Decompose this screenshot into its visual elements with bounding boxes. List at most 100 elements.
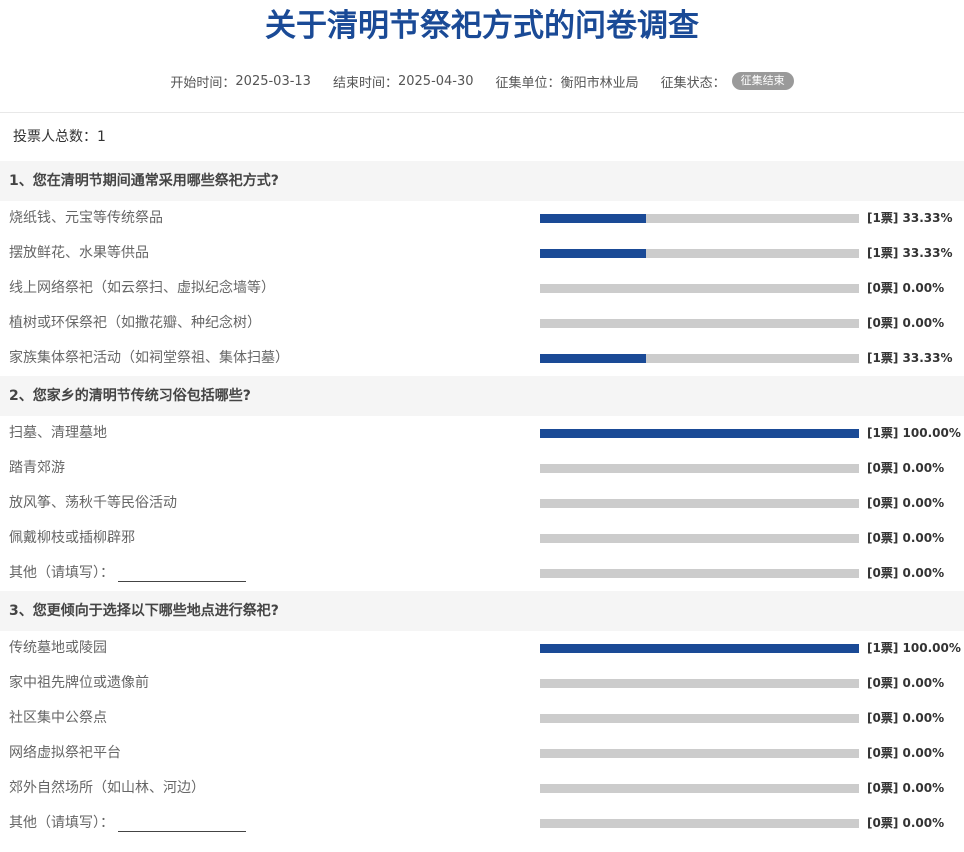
option-text: 踏青郊游: [9, 460, 65, 476]
option-row: 其他（请填写）： [0票] 0.00%: [0, 556, 964, 591]
option-text: 家族集体祭祀活动（如祠堂祭祖、集体扫墓）: [9, 350, 289, 366]
progress-bar: [540, 319, 859, 328]
option-label: 线上网络祭祀（如云祭扫、虚拟纪念墙等）: [9, 271, 275, 306]
option-text: 传统墓地或陵园: [9, 640, 107, 656]
vote-percent: 0.00%: [902, 711, 945, 725]
progress-fill: [540, 354, 647, 363]
progress-bar: [540, 679, 859, 688]
organizer: 征集单位： 衡阳市林业局: [496, 72, 639, 91]
organizer-value: 衡阳市林业局: [560, 75, 639, 91]
vote-count: [0票]: [867, 746, 899, 760]
vote-percent: 0.00%: [902, 531, 945, 545]
end-time: 结束时间： 2025-04-30: [333, 72, 474, 91]
vote-stat: [1票] 100.00%: [867, 631, 961, 666]
progress-bar: [540, 464, 859, 473]
vote-count: [0票]: [867, 816, 899, 830]
vote-percent: 33.33%: [902, 211, 953, 225]
vote-count: [0票]: [867, 676, 899, 690]
option-text: 郊外自然场所（如山林、河边）: [9, 780, 205, 796]
survey-meta: 开始时间： 2025-03-13 结束时间： 2025-04-30 征集单位： …: [0, 52, 964, 110]
vote-stat: [1票] 100.00%: [867, 416, 961, 451]
option-label: 其他（请填写）：: [9, 556, 246, 591]
option-row: 家族集体祭祀活动（如祠堂祭祖、集体扫墓） [1票] 33.33%: [0, 341, 964, 376]
vote-percent: 0.00%: [902, 496, 945, 510]
vote-stat: [0票] 0.00%: [867, 666, 944, 701]
option-text: 家中祖先牌位或遗像前: [9, 675, 149, 691]
vote-stat: [1票] 33.33%: [867, 341, 953, 376]
option-text: 放风筝、荡秋千等民俗活动: [9, 495, 177, 511]
option-label: 郊外自然场所（如山林、河边）: [9, 771, 205, 806]
vote-stat: [0票] 0.00%: [867, 806, 944, 841]
vote-stat: [0票] 0.00%: [867, 771, 944, 806]
option-label: 放风筝、荡秋千等民俗活动: [9, 486, 177, 521]
progress-bar: [540, 284, 859, 293]
option-label: 植树或环保祭祀（如撒花瓣、种纪念树）: [9, 306, 261, 341]
start-time-label: 开始时间：: [170, 75, 236, 91]
option-text: 摆放鲜花、水果等供品: [9, 245, 149, 261]
option-label: 扫墓、清理墓地: [9, 416, 107, 451]
vote-percent: 100.00%: [902, 641, 961, 655]
progress-bar: [540, 819, 859, 828]
option-row: 线上网络祭祀（如云祭扫、虚拟纪念墙等） [0票] 0.00%: [0, 271, 964, 306]
question-title: 1、您在清明节期间通常采用哪些祭祀方式?: [0, 161, 964, 201]
vote-percent: 33.33%: [902, 351, 953, 365]
progress-fill: [540, 644, 859, 653]
fill-in-blank: [118, 815, 246, 832]
vote-stat: [0票] 0.00%: [867, 556, 944, 591]
option-row: 烧纸钱、元宝等传统祭品 [1票] 33.33%: [0, 201, 964, 236]
option-label: 其他（请填写）：: [9, 806, 246, 841]
option-row: 踏青郊游 [0票] 0.00%: [0, 451, 964, 486]
vote-count: [1票]: [867, 641, 899, 655]
option-row: 放风筝、荡秋千等民俗活动 [0票] 0.00%: [0, 486, 964, 521]
organizer-label: 征集单位：: [495, 75, 561, 91]
option-row: 摆放鲜花、水果等供品 [1票] 33.33%: [0, 236, 964, 271]
vote-count: [0票]: [867, 566, 899, 580]
option-row: 社区集中公祭点 [0票] 0.00%: [0, 701, 964, 736]
vote-stat: [0票] 0.00%: [867, 521, 944, 556]
vote-count: [1票]: [867, 351, 899, 365]
option-text: 植树或环保祭祀（如撒花瓣、种纪念树）: [9, 315, 261, 331]
vote-stat: [0票] 0.00%: [867, 701, 944, 736]
vote-stat: [1票] 33.33%: [867, 201, 953, 236]
survey-status: 征集状态： 征集结束: [661, 72, 794, 91]
vote-percent: 100.00%: [902, 426, 961, 440]
option-row: 扫墓、清理墓地 [1票] 100.00%: [0, 416, 964, 451]
vote-stat: [0票] 0.00%: [867, 451, 944, 486]
progress-bar: [540, 214, 859, 223]
option-row: 其他（请填写）： [0票] 0.00%: [0, 806, 964, 841]
start-time: 开始时间： 2025-03-13: [170, 72, 311, 91]
vote-count: [0票]: [867, 496, 899, 510]
option-row: 佩戴柳枝或插柳辟邪 [0票] 0.00%: [0, 521, 964, 556]
progress-fill: [540, 214, 647, 223]
vote-count: [0票]: [867, 281, 899, 295]
fill-in-blank: [118, 565, 246, 582]
question-list: 1、您在清明节期间通常采用哪些祭祀方式? 烧纸钱、元宝等传统祭品 [1票] 33.3…: [0, 161, 964, 841]
vote-stat: [0票] 0.00%: [867, 486, 944, 521]
progress-bar: [540, 499, 859, 508]
progress-bar: [540, 354, 859, 363]
vote-percent: 0.00%: [902, 461, 945, 475]
start-time-value: 2025-03-13: [235, 73, 311, 89]
page-title: 关于清明节祭祀方式的问卷调查: [265, 8, 699, 44]
vote-count: [1票]: [867, 426, 899, 440]
option-row: 植树或环保祭祀（如撒花瓣、种纪念树） [0票] 0.00%: [0, 306, 964, 341]
status-badge: 征集结束: [731, 72, 794, 90]
vote-percent: 0.00%: [902, 676, 945, 690]
option-label: 家中祖先牌位或遗像前: [9, 666, 149, 701]
total-voters: 投票人总数：1: [13, 129, 106, 145]
progress-fill: [540, 249, 647, 258]
option-text: 烧纸钱、元宝等传统祭品: [9, 210, 163, 226]
vote-percent: 0.00%: [902, 746, 945, 760]
progress-bar: [540, 644, 859, 653]
vote-count: [1票]: [867, 211, 899, 225]
progress-bar: [540, 534, 859, 543]
option-row: 郊外自然场所（如山林、河边） [0票] 0.00%: [0, 771, 964, 806]
end-time-value: 2025-04-30: [397, 73, 474, 89]
progress-bar: [540, 714, 859, 723]
option-text: 社区集中公祭点: [9, 710, 107, 726]
option-label: 踏青郊游: [9, 451, 65, 486]
option-label: 烧纸钱、元宝等传统祭品: [9, 201, 163, 236]
vote-percent: 0.00%: [902, 316, 945, 330]
vote-count: [0票]: [867, 316, 899, 330]
option-row: 网络虚拟祭祀平台 [0票] 0.00%: [0, 736, 964, 771]
